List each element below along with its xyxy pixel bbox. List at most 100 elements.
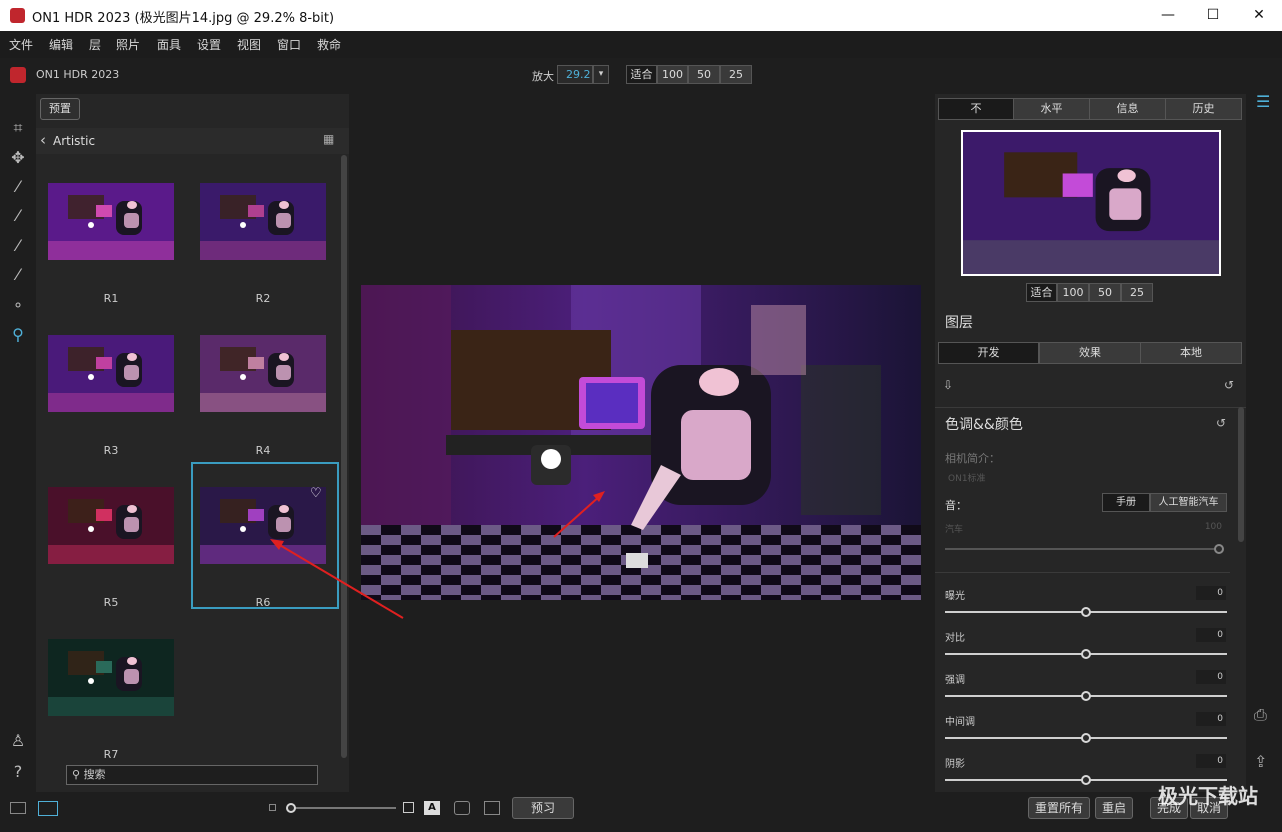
photo-scene (361, 285, 921, 600)
slider-knob[interactable] (1081, 691, 1091, 701)
preset-thumbnail[interactable] (48, 183, 174, 260)
brush-icon[interactable]: ⁄ (8, 206, 28, 226)
thumb-size-track (292, 807, 396, 809)
zoom-100-button[interactable]: 100 (657, 65, 688, 84)
help-icon[interactable]: ? (8, 762, 28, 782)
zoom-fit-button[interactable]: 适合 (626, 65, 657, 84)
zoom-50-button[interactable]: 50 (688, 65, 720, 84)
presets-scrollbar[interactable] (341, 155, 347, 758)
slider-label: 强调 (945, 675, 965, 686)
camera-profile-value[interactable]: ON1标准 (948, 471, 986, 484)
navigator-preview[interactable] (961, 130, 1221, 276)
menu-window[interactable]: 窗口 (277, 36, 301, 53)
slider-label: 中间调 (945, 717, 975, 728)
navigator-photo (963, 132, 1219, 274)
chevron-down-icon[interactable]: ▾ (593, 65, 609, 84)
menu-settings[interactable]: 设置 (197, 36, 221, 53)
menu-mask[interactable]: 面具 (157, 36, 181, 53)
export-icon[interactable]: ⇪ (1254, 752, 1267, 771)
presets-button[interactable]: 预置 (40, 98, 80, 120)
main-photo[interactable] (361, 285, 921, 600)
category-header[interactable]: ‹ Artistic ▦ (36, 128, 349, 154)
tab-levels[interactable]: 水平 (1013, 98, 1090, 120)
manual-mode-button[interactable]: 手册 (1102, 493, 1150, 512)
auto-strength-knob[interactable] (1214, 544, 1224, 554)
grid-view-icon[interactable]: ▦ (323, 132, 334, 146)
import-icon[interactable]: ⇩ (943, 378, 953, 392)
slider-knob[interactable] (1081, 733, 1091, 743)
reset-all-button[interactable]: 重置所有 (1028, 797, 1090, 819)
zoom-25-button[interactable]: 25 (720, 65, 752, 84)
search-input[interactable]: ⚲ 搜索 (66, 765, 318, 785)
tab-local[interactable]: 本地 (1140, 342, 1242, 364)
tab-effects[interactable]: 效果 (1039, 342, 1141, 364)
masking-brush-icon[interactable]: ⁄ (8, 236, 28, 256)
reset-button[interactable]: 重启 (1095, 797, 1133, 819)
nav-zoom-100-button[interactable]: 100 (1057, 283, 1089, 302)
slider-value-input[interactable]: 0 (1196, 754, 1226, 768)
magic-wand-icon[interactable]: ⁄ (8, 177, 28, 197)
preset-thumbnail[interactable] (200, 183, 326, 260)
reset-icon[interactable]: ↺ (1224, 378, 1234, 392)
preset-image (48, 183, 174, 260)
auto-strength-label: 汽车 (945, 525, 964, 535)
slider-value-input[interactable]: 0 (1196, 586, 1226, 600)
menu-photo[interactable]: 照片 (116, 36, 140, 53)
preview-button[interactable]: 预习 (512, 797, 574, 819)
menu-help[interactable]: 救命 (317, 36, 341, 53)
mask-view-icon[interactable] (454, 801, 470, 815)
slider-knob[interactable] (1081, 775, 1091, 785)
tab-navigator[interactable]: 不 (938, 98, 1014, 120)
auto-strength-track (945, 548, 1221, 550)
view-hand-icon[interactable]: ⚲ (8, 325, 28, 345)
text-overlay-icon[interactable]: A (424, 801, 440, 815)
nav-zoom-25-button[interactable]: 25 (1121, 283, 1153, 302)
thumb-size-knob[interactable] (286, 803, 296, 813)
nav-zoom-fit-button[interactable]: 适合 (1026, 283, 1057, 302)
zoom-label: 放大 (532, 70, 554, 83)
adjustments-scrollbar[interactable] (1238, 407, 1244, 542)
print-icon[interactable]: ⎙ (1254, 705, 1267, 725)
preset-thumbnail[interactable] (48, 487, 174, 564)
move-icon[interactable]: ✥ (8, 148, 28, 168)
zoom-input[interactable]: 29.2 (557, 65, 593, 84)
adjustments-icon[interactable]: ☰ (1256, 92, 1270, 111)
minimize-button[interactable]: — (1145, 0, 1191, 31)
retouch-icon[interactable]: ∘ (8, 295, 28, 315)
slider-knob[interactable] (1081, 607, 1091, 617)
slider-knob[interactable] (1081, 649, 1091, 659)
preset-thumbnail[interactable] (48, 639, 174, 716)
slider-value-input[interactable]: 0 (1196, 670, 1226, 684)
preset-thumbnail[interactable] (48, 335, 174, 412)
preset-thumbnail[interactable] (200, 335, 326, 412)
menu-layer[interactable]: 层 (89, 36, 101, 53)
chevron-left-icon[interactable]: ‹ (40, 131, 46, 149)
watermark-text: 极光下载站 (1158, 784, 1258, 808)
tone-reset-icon[interactable]: ↺ (1216, 416, 1226, 430)
window-title: ON1 HDR 2023 (极光图片14.jpg @ 29.2% 8-bit) (32, 11, 335, 26)
maximize-button[interactable]: ☐ (1190, 0, 1236, 31)
nav-zoom-50-button[interactable]: 50 (1089, 283, 1121, 302)
crop-icon[interactable]: ⌗ (8, 118, 28, 138)
menu-view[interactable]: 视图 (237, 36, 261, 53)
tab-develop[interactable]: 开发 (938, 342, 1039, 364)
refine-brush-icon[interactable]: ⁄ (8, 265, 28, 285)
tab-history[interactable]: 历史 (1165, 98, 1242, 120)
ai-auto-mode-button[interactable]: 人工智能汽车 (1150, 493, 1227, 512)
favorite-heart-icon[interactable]: ♡ (310, 486, 322, 501)
slider-value-input[interactable]: 0 (1196, 712, 1226, 726)
auto-strength-value: 100 (1204, 522, 1222, 532)
slider-value-input[interactable]: 0 (1196, 628, 1226, 642)
toggle-left-panel-icon[interactable] (10, 802, 26, 814)
annotation-arrow-r6 (270, 539, 404, 619)
tab-info[interactable]: 信息 (1089, 98, 1166, 120)
grid-mode-icon[interactable] (38, 801, 58, 816)
compare-icon[interactable] (484, 801, 500, 815)
menu-bar: 文件 编辑 层 照片 面具 设置 视图 窗口 救命 (0, 31, 1282, 58)
preset-label: R7 (103, 748, 119, 761)
preset-image (200, 335, 326, 412)
close-button[interactable]: ✕ (1236, 0, 1282, 31)
menu-edit[interactable]: 编辑 (49, 36, 73, 53)
menu-file[interactable]: 文件 (9, 36, 33, 53)
user-icon[interactable]: ♙ (8, 731, 28, 751)
